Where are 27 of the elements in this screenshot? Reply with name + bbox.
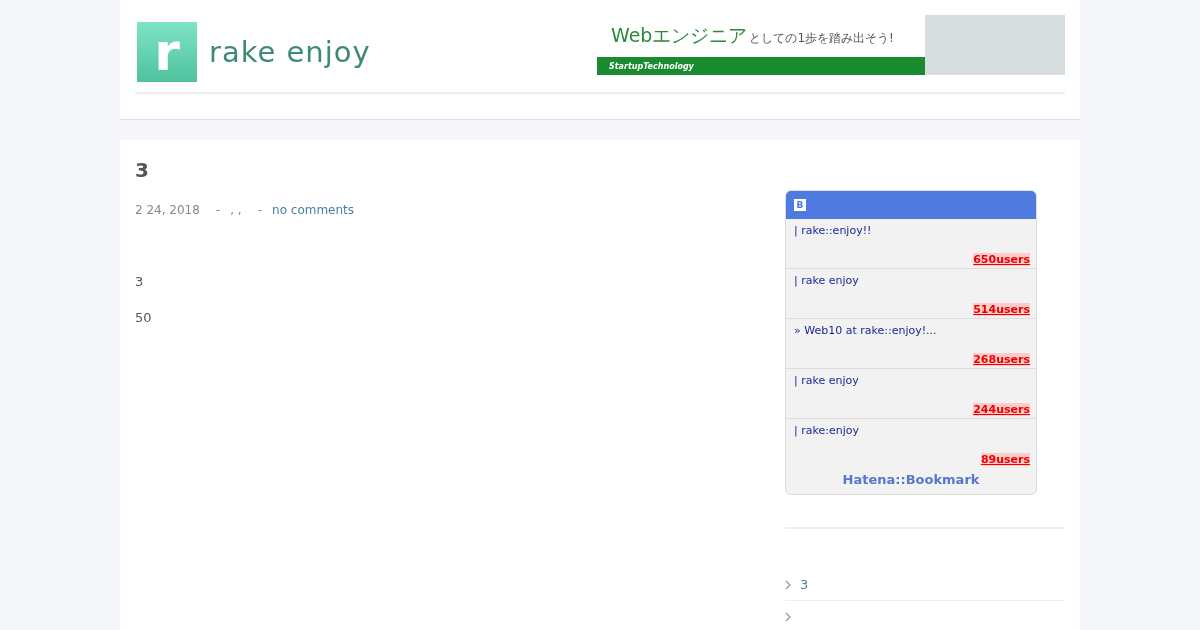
bookmark-count-link[interactable]: 89users — [980, 453, 1030, 466]
bookmark-icon: B — [794, 199, 806, 211]
post-paragraph: 50 — [135, 310, 153, 325]
banner-brand: StartupTechnology — [609, 61, 694, 71]
bookmark-entry-link[interactable]: | rake::enjoy!! — [794, 224, 1030, 237]
bookmark-entry-link[interactable]: | rake enjoy — [794, 374, 1030, 387]
chevron-icon — [785, 611, 791, 622]
meta-separator: - — [257, 203, 263, 217]
post-categories: , , — [230, 203, 242, 217]
bookmark-count-link[interactable]: 268users — [973, 353, 1030, 366]
sidebar-link[interactable]: 3 — [800, 577, 809, 592]
post-date: 2 24, 2018 — [135, 203, 200, 217]
bookmark-entry-link[interactable]: » Web10 at rake::enjoy!... — [794, 324, 1030, 337]
comments-link[interactable]: no comments — [272, 203, 355, 217]
bookmark-count-link[interactable]: 244users — [973, 403, 1030, 416]
bookmark-count-link[interactable]: 650users — [973, 253, 1030, 266]
site-name[interactable]: rake enjoy — [209, 35, 371, 69]
post-paragraph: 3 — [135, 274, 145, 289]
banner-headline: Webエンジニア としての1歩を踏み出そう! — [611, 23, 894, 48]
ad-banner[interactable]: Webエンジニア としての1歩を踏み出そう! StartupTechnology — [597, 15, 1065, 75]
meta-separator: - — [215, 203, 221, 217]
chevron-icon — [785, 579, 791, 590]
post-title: 3 — [135, 158, 150, 182]
bookmark-entry-link[interactable]: | rake enjoy — [794, 274, 1030, 287]
bookmark-entry-link[interactable]: | rake:enjoy — [794, 424, 1030, 437]
hatena-bookmark-link[interactable]: Hatena::Bookmark — [786, 468, 1036, 494]
bookmark-count-link[interactable]: 514users — [973, 303, 1030, 316]
